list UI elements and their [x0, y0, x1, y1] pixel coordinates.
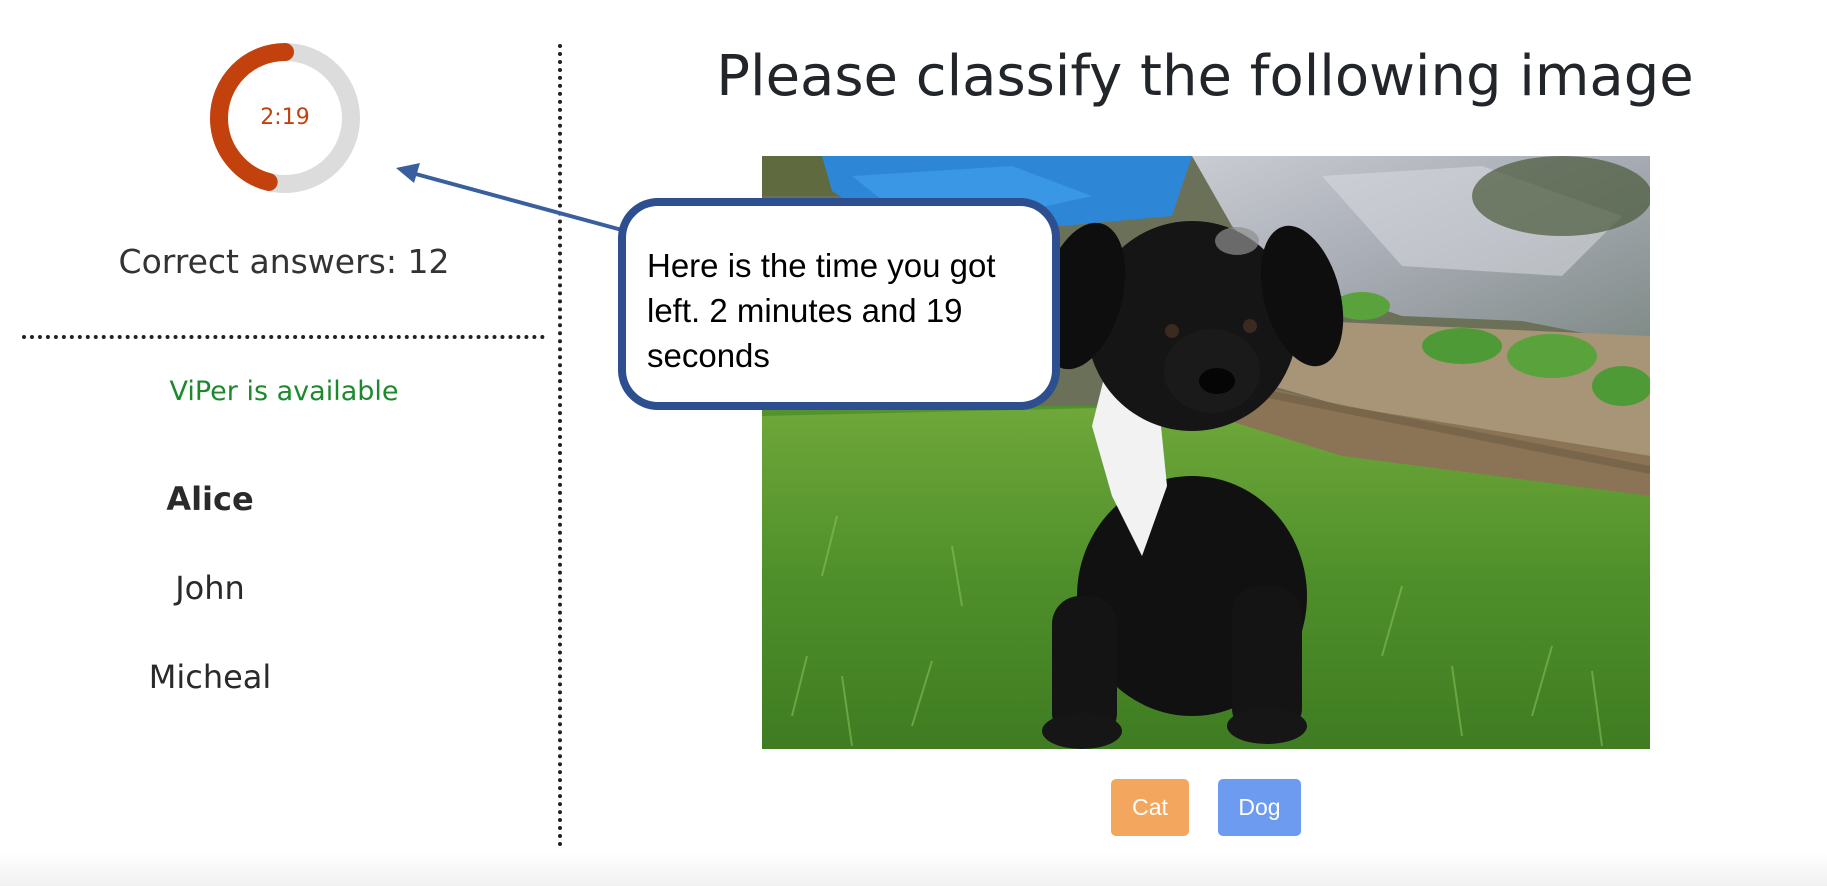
timer-label: 2:19: [260, 105, 310, 130]
user-item-john[interactable]: John: [110, 569, 310, 658]
dog-button[interactable]: Dog: [1218, 779, 1301, 836]
timer-explanation-callout: Here is the time you got left. 2 minutes…: [618, 198, 1060, 410]
vertical-divider: [558, 44, 562, 847]
horizontal-divider: [22, 335, 545, 339]
page-title: Please classify the following image: [716, 44, 1694, 109]
callout-line-1: Here is the time you got: [647, 247, 996, 284]
user-list: Alice John Micheal: [110, 480, 310, 747]
cat-button[interactable]: Cat: [1111, 779, 1189, 836]
callout-line-2: left. 2 minutes and 19: [647, 292, 963, 329]
countdown-timer: 2:19: [209, 42, 361, 194]
bottom-shade: [0, 852, 1827, 886]
viper-status: ViPer is available: [169, 376, 399, 407]
arrowhead-icon: [396, 163, 420, 183]
user-item-micheal[interactable]: Micheal: [110, 658, 310, 747]
correct-answers-count: Correct answers: 12: [118, 242, 450, 281]
user-item-alice[interactable]: Alice: [110, 480, 310, 569]
callout-line-3: seconds: [647, 337, 770, 374]
